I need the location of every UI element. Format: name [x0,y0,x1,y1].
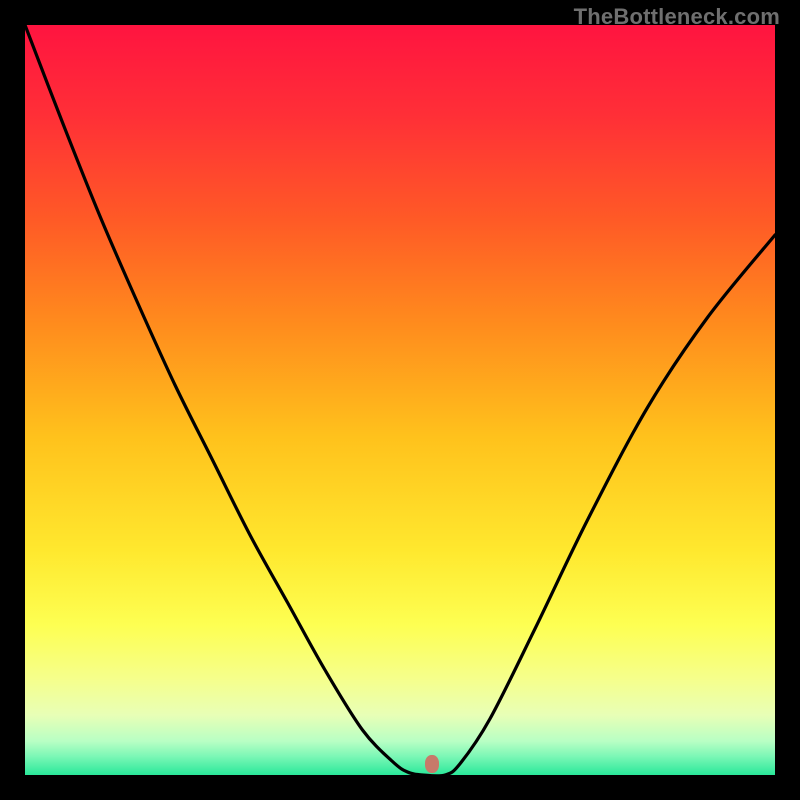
optimum-marker [425,755,439,773]
chart-frame: TheBottleneck.com [0,0,800,800]
bottleneck-curve [25,25,775,775]
plot-area [25,25,775,775]
watermark-text: TheBottleneck.com [574,4,780,30]
